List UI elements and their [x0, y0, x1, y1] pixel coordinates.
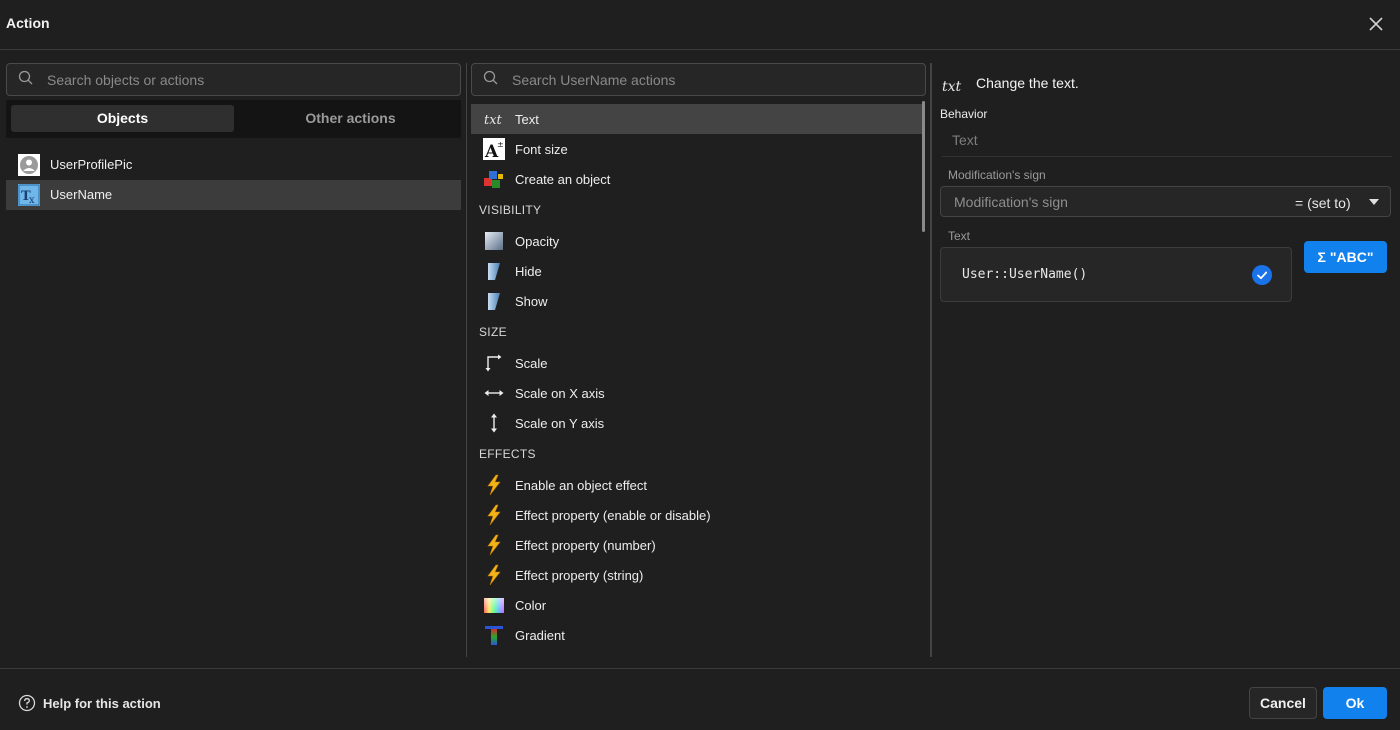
modification-sign-placeholder: Modification's sign [954, 194, 1068, 210]
text-expression-field[interactable]: User::UserName() [940, 247, 1292, 302]
svg-text:±: ± [497, 140, 504, 149]
action-parameters-panel: txt Change the text. Behavior Text Modif… [932, 51, 1400, 668]
behavior-value: Text [952, 132, 978, 148]
action-item-color[interactable]: Color [471, 590, 925, 620]
scale-y-icon [483, 412, 505, 434]
sprite-avatar-icon [18, 154, 40, 176]
color-icon [483, 594, 505, 616]
objects-panel: Objects Other actions UserProfilePic Tx … [0, 51, 466, 668]
actions-scrollbar[interactable] [922, 101, 925, 232]
lightning-icon [483, 534, 505, 556]
scale-icon [483, 352, 505, 374]
string-expression-label: "ABC" [1329, 249, 1374, 265]
action-label: Gradient [515, 628, 565, 643]
action-label: Scale [515, 356, 548, 371]
action-item-effect-property-bool[interactable]: Effect property (enable or disable) [471, 500, 925, 530]
action-label: Hide [515, 264, 542, 279]
action-item-gradient[interactable]: Gradient [471, 620, 925, 650]
action-label: Effect property (number) [515, 538, 656, 553]
dialog-titlebar: Action [0, 0, 1400, 50]
string-expression-button[interactable]: Σ "ABC" [1304, 241, 1387, 273]
action-item-effect-property-string[interactable]: Effect property (string) [471, 560, 925, 590]
action-label: Font size [515, 142, 568, 157]
objects-search[interactable] [6, 63, 461, 96]
ok-button[interactable]: Ok [1323, 687, 1387, 719]
action-label: Scale on X axis [515, 386, 605, 401]
font-size-icon: A ± [483, 138, 505, 162]
action-item-enable-effect[interactable]: Enable an object effect [471, 470, 925, 500]
action-item-show[interactable]: Show [471, 286, 925, 316]
text-param-label: Text [948, 229, 971, 243]
chevron-down-icon [1369, 199, 1379, 205]
panel-divider[interactable] [466, 63, 467, 657]
txt-icon: txt [483, 108, 505, 130]
svg-text:x: x [29, 195, 35, 206]
opacity-icon [483, 230, 505, 252]
action-item-hide[interactable]: Hide [471, 256, 925, 286]
objects-search-input[interactable] [47, 64, 454, 95]
lightning-icon [483, 504, 505, 526]
modification-sign-select[interactable]: Modification's sign = (set to) [940, 186, 1391, 217]
actions-list: txt Text A ± Font size Create an object V… [471, 51, 926, 657]
object-tabs: Objects Other actions [6, 100, 461, 138]
object-item-username[interactable]: Tx UserName [6, 180, 461, 210]
action-label: Effect property (enable or disable) [515, 508, 711, 523]
action-item-scale[interactable]: Scale [471, 348, 925, 378]
dialog-title: Action [6, 15, 50, 31]
search-icon [18, 70, 34, 86]
help-icon [18, 694, 36, 712]
action-label: Color [515, 598, 547, 613]
action-item-scale-y[interactable]: Scale on Y axis [471, 408, 925, 438]
action-label: Enable an object effect [515, 478, 648, 493]
scale-x-icon [483, 382, 505, 404]
behavior-label: Behavior [940, 107, 988, 121]
tab-other-actions[interactable]: Other actions [239, 105, 462, 132]
action-label: Opacity [515, 234, 560, 249]
action-label: Create an object [515, 172, 611, 187]
lightning-icon [483, 564, 505, 586]
text-object-icon: Tx [18, 184, 40, 206]
action-description: Change the text. [976, 75, 1079, 91]
help-link[interactable]: Help for this action [18, 694, 218, 714]
action-item-font-size[interactable]: A ± Font size [471, 134, 925, 164]
modification-sign-value: = (set to) [1295, 195, 1351, 211]
action-label: Scale on Y axis [515, 416, 605, 431]
modification-sign-label: Modification's sign [948, 168, 1046, 182]
help-label: Help for this action [43, 696, 161, 711]
action-label: Show [515, 294, 548, 309]
section-visibility: VISIBILITY [479, 203, 542, 217]
lightning-icon [483, 474, 505, 496]
section-size: SIZE [479, 325, 507, 339]
action-item-opacity[interactable]: Opacity [471, 226, 925, 256]
create-object-icon [483, 168, 505, 190]
tab-objects[interactable]: Objects [11, 105, 234, 132]
object-label: UserProfilePic [50, 157, 133, 172]
dialog-footer: Help for this action Cancel Ok [0, 668, 1400, 730]
action-item-scale-x[interactable]: Scale on X axis [471, 378, 925, 408]
separator [942, 156, 1392, 157]
action-item-text[interactable]: txt Text [471, 104, 925, 134]
close-icon[interactable] [1364, 12, 1388, 36]
section-effects: EFFECTS [479, 447, 536, 461]
sigma-icon: Σ [1317, 249, 1326, 265]
hide-icon [483, 260, 505, 282]
text-expression-value[interactable]: User::UserName() [962, 267, 1087, 282]
action-label: Effect property (string) [515, 568, 644, 583]
object-label: UserName [50, 187, 113, 202]
action-item-effect-property-number[interactable]: Effect property (number) [471, 530, 925, 560]
object-item-userprofilepic[interactable]: UserProfilePic [6, 150, 461, 180]
svg-text:txt: txt [484, 113, 503, 128]
action-item-create-object[interactable]: Create an object [471, 164, 925, 194]
cancel-button[interactable]: Cancel [1249, 687, 1317, 719]
action-label: Text [515, 112, 539, 127]
gradient-icon [483, 624, 505, 646]
show-icon [483, 290, 505, 312]
check-icon [1252, 265, 1272, 285]
txt-icon: txt [942, 79, 962, 95]
